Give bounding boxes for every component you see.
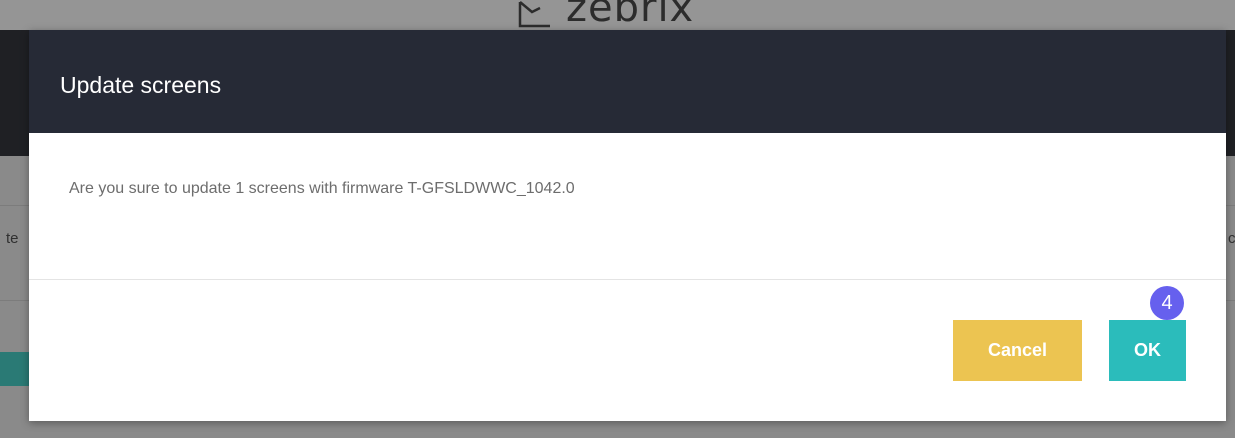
app-logo: zebrix [518,0,694,30]
logo-text: zebrix [566,0,695,31]
dialog-title: Update screens [60,72,222,98]
dialog-header: Update screens [29,30,1226,133]
ok-button[interactable]: OK [1109,320,1186,381]
dialog-message: Are you sure to update 1 screens with fi… [69,180,575,197]
background-teal-element [0,352,30,386]
logo-mark-icon [518,1,550,28]
background-partial-text: c [1228,230,1235,247]
background-partial-text: te [6,230,19,247]
cancel-button[interactable]: Cancel [953,320,1082,381]
update-screens-dialog: Update screens Are you sure to update 1 … [29,30,1226,421]
dialog-divider [29,279,1226,280]
step-badge: 4 [1150,286,1184,320]
